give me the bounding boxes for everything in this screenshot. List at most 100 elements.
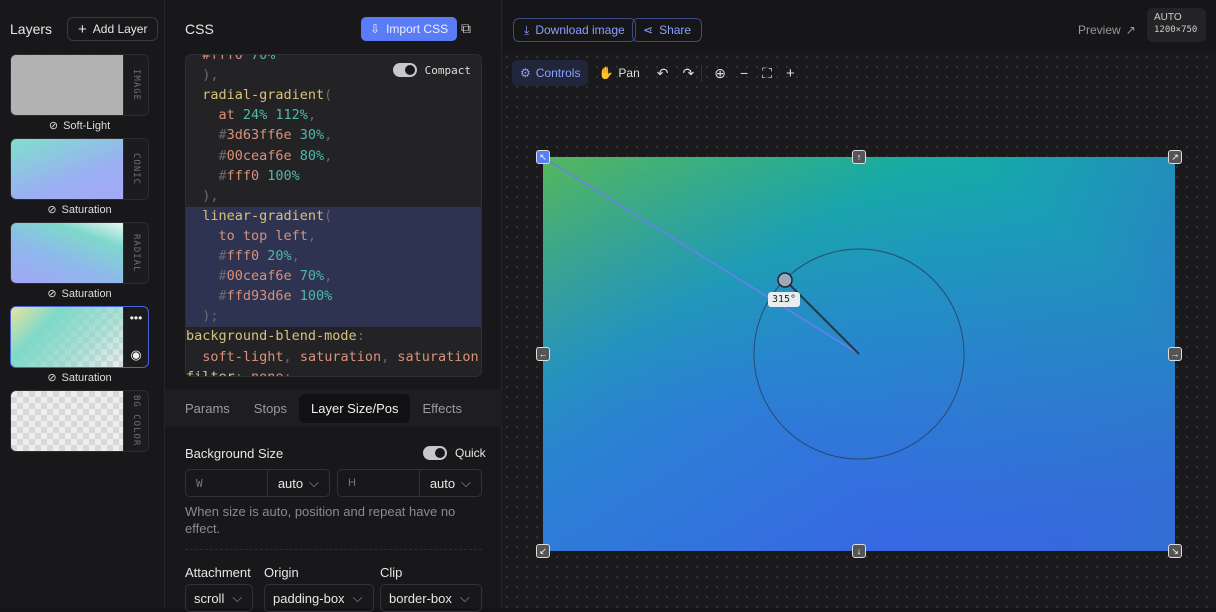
code-token: soft-light — [186, 349, 284, 365]
origin-label: Origin — [264, 565, 299, 580]
add-layer-button[interactable]: +Add Layer — [67, 17, 158, 41]
layer-type: BG COLOR — [131, 395, 141, 446]
code-token: # — [186, 268, 227, 284]
tab-layer-size-pos[interactable]: Layer Size/Pos — [299, 394, 410, 423]
code-token: 80% — [300, 148, 324, 164]
code-token: , — [292, 248, 300, 264]
download-image-button[interactable]: ⤓Download image — [513, 18, 636, 42]
handle-bottom-right-icon[interactable]: ↘ — [1168, 544, 1182, 558]
css-code-editor[interactable]: #fff0 70% ), radial-gradient( at 24% 112… — [185, 54, 482, 377]
zoom-in-icon[interactable]: ⊕ — [707, 65, 733, 82]
more-options-icon[interactable]: ••• — [130, 311, 143, 325]
import-css-button[interactable]: ⇩Import CSS — [361, 17, 457, 41]
code-token: , — [308, 107, 316, 123]
preview-area: ⤓Download image ⋖Share Preview↗ AUTO1200… — [502, 0, 1216, 608]
quick-toggle[interactable]: Quick — [423, 446, 486, 460]
blend-mode-selector[interactable]: ⊘Soft-Light — [10, 119, 149, 132]
share-icon: ⋖ — [643, 23, 653, 37]
plus-icon[interactable]: + — [779, 65, 802, 82]
layer-card-bg-color[interactable]: BG COLOR — [10, 390, 149, 452]
code-token: at — [186, 107, 243, 123]
code-token: ffd93d6e — [227, 288, 300, 304]
code-token: 70% — [251, 54, 275, 63]
angle-label: 315° — [768, 292, 800, 307]
handle-right-icon[interactable]: → — [1168, 347, 1182, 361]
handle-left-icon[interactable]: ← — [536, 347, 550, 361]
handle-top-right-icon[interactable]: ↗ — [1168, 150, 1182, 164]
divider — [185, 549, 482, 550]
angle-handle — [778, 273, 792, 287]
handle-top-left-icon[interactable]: ↖ — [536, 150, 550, 164]
compact-toggle[interactable]: Compact — [391, 61, 473, 79]
import-icon: ⇩ — [370, 22, 380, 36]
share-button[interactable]: ⋖Share — [632, 18, 702, 42]
layer-card-conic[interactable]: CONIC — [10, 138, 149, 200]
code-line: ); — [186, 306, 481, 326]
tab-stops[interactable]: Stops — [242, 394, 299, 423]
copy-icon[interactable]: ⧉ — [461, 20, 471, 37]
controls-button[interactable]: ⚙Controls — [512, 60, 588, 86]
gradient-canvas[interactable]: 315° — [543, 157, 1175, 551]
code-token: fff0 — [227, 168, 268, 184]
code-line: background-blend-mode: — [186, 326, 481, 346]
tab-params[interactable]: Params — [173, 394, 242, 423]
code-line: to top left, — [186, 226, 481, 246]
width-unit-select[interactable]: auto⌵ — [267, 470, 329, 496]
layer-type: CONIC — [131, 153, 141, 185]
eye-icon[interactable]: ◉ — [130, 347, 141, 363]
layer-card-image[interactable]: IMAGE — [10, 54, 149, 116]
canvas-size-badge[interactable]: AUTO1200×750 — [1147, 8, 1206, 42]
layer-card-linear-selected[interactable]: ••• ◉ — [10, 306, 149, 368]
redo-icon[interactable]: ↷ — [676, 65, 703, 82]
size-note: When size is auto, position and repeat h… — [185, 503, 465, 537]
code-token: 100% — [300, 288, 333, 304]
height-unit-select[interactable]: auto⌵ — [419, 470, 481, 496]
handle-top-icon[interactable]: ↑ — [852, 150, 866, 164]
code-token: , — [324, 127, 332, 143]
layer-card-radial[interactable]: RADIAL — [10, 222, 149, 284]
code-line: linear-gradient( — [186, 206, 481, 226]
layer-preview — [11, 139, 124, 199]
blend-mode-selector[interactable]: ⊘Saturation — [10, 371, 149, 384]
tab-effects[interactable]: Effects — [410, 394, 474, 423]
handle-bottom-left-icon[interactable]: ↙ — [536, 544, 550, 558]
blend-icon: ⊘ — [47, 371, 56, 384]
code-token: fff0 — [227, 248, 268, 264]
code-token: 20% — [267, 248, 291, 264]
toggle-switch[interactable] — [423, 446, 447, 460]
code-line: #00ceaf6e 80%, — [186, 146, 481, 166]
undo-icon[interactable]: ↶ — [650, 65, 676, 82]
code-token: 30% — [300, 127, 324, 143]
chevron-down-icon: ⌵ — [309, 475, 319, 491]
code-line: #ffd93d6e 100% — [186, 286, 481, 306]
code-line: filter: none; — [186, 367, 481, 377]
preview-link[interactable]: Preview↗ — [1078, 23, 1136, 37]
code-token: # — [186, 288, 227, 304]
code-token: ); — [186, 308, 219, 324]
layer-type: RADIAL — [131, 234, 141, 273]
blend-mode-selector[interactable]: ⊘Saturation — [10, 287, 149, 300]
layer-preview — [11, 55, 124, 115]
toggle-switch[interactable] — [393, 63, 417, 77]
blend-icon: ⊘ — [47, 287, 56, 300]
code-token: 100% — [267, 168, 300, 184]
handle-bottom-icon[interactable]: ↓ — [852, 544, 866, 558]
code-token: , — [308, 228, 316, 244]
pan-button[interactable]: ✋Pan — [588, 66, 649, 80]
clip-label: Clip — [380, 565, 402, 580]
code-token: : — [235, 369, 251, 377]
blend-mode-selector[interactable]: ⊘Saturation — [10, 203, 149, 216]
fit-screen-icon[interactable]: ⛶ — [755, 65, 779, 82]
code-token: 3d63ff6e — [227, 127, 300, 143]
code-token: ), — [186, 188, 219, 204]
minus-icon[interactable]: − — [733, 65, 755, 81]
canvas-stage[interactable]: ⚙Controls ✋Pan ↶ ↷ ⊕ − ⛶ + 315° ↖ ↑ ↗ ← … — [502, 52, 1216, 608]
height-input[interactable]: H — [338, 477, 419, 489]
layer-type: IMAGE — [131, 69, 141, 101]
code-token: # — [186, 248, 227, 264]
code-token: # — [186, 168, 227, 184]
code-line: at 24% 112%, — [186, 105, 481, 125]
code-token: , — [479, 349, 482, 365]
width-field: W auto⌵ — [185, 469, 330, 497]
width-input[interactable]: W — [186, 477, 267, 490]
